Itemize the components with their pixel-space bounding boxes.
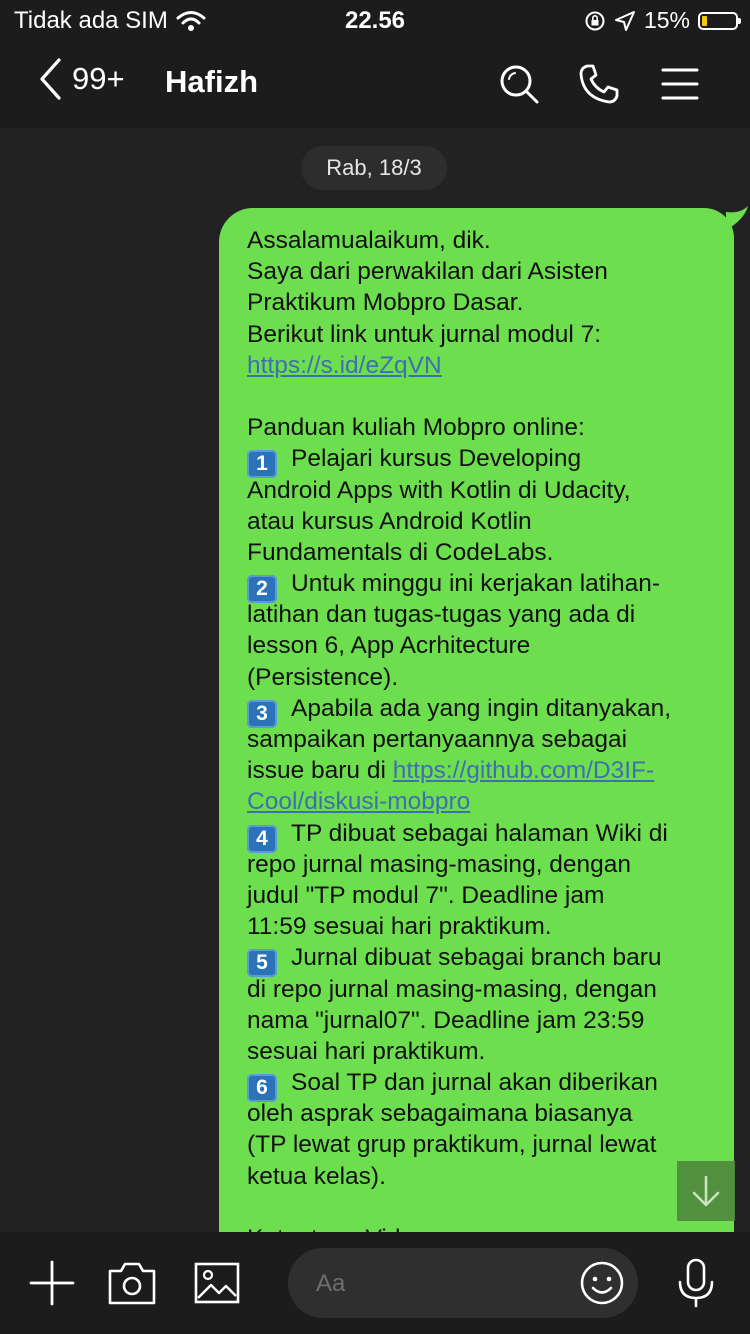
plus-icon[interactable] — [27, 1258, 77, 1308]
message-input-box[interactable] — [288, 1248, 638, 1320]
unread-count: 99+ — [72, 61, 125, 96]
message-line: repo jurnal masing-masing, dengan — [247, 850, 632, 878]
message-line: di repo jurnal masing-masing, dengan — [247, 975, 657, 1003]
battery-fill — [702, 15, 707, 26]
camera-icon[interactable] — [107, 1258, 157, 1308]
message-line: Pelajari kursus Developing — [291, 445, 582, 473]
message-line: ketua kelas). — [247, 1162, 386, 1190]
message-line: latihan dan tugas-tugas yang ada di — [247, 601, 636, 629]
message-line: Panduan kuliah Mobpro online: — [247, 414, 585, 442]
message-line: sampaikan pertanyaannya sebagai — [247, 726, 628, 753]
message-line: Ketentuan Video: — [247, 1223, 724, 1232]
phone-icon[interactable] — [577, 62, 621, 106]
contact-name: Hafizh — [165, 64, 258, 99]
message-line: Apabila ada yang ingin ditanyakan, — [291, 694, 672, 722]
chat-area[interactable]: Rab, 18/3 Assalamualaikum, dik. Saya dar… — [0, 128, 750, 1232]
location-arrow-icon — [614, 10, 635, 31]
message-line: Fundamentals di CodeLabs. — [247, 538, 554, 566]
chat-header: 99+ Hafizh — [0, 40, 750, 128]
message-line: judul "TP modul 7". Deadline jam — [247, 881, 605, 909]
github-link-continued[interactable]: Cool/diskusi-mobpro — [247, 788, 470, 815]
scroll-to-bottom-button[interactable] — [677, 1161, 735, 1221]
message-line: lesson 6, App Acrhitecture — [247, 632, 531, 660]
menu-icon[interactable] — [658, 62, 702, 106]
date-separator: Rab, 18/3 — [301, 146, 447, 190]
bubble-tail — [726, 206, 748, 230]
back-button[interactable]: 99+ — [38, 58, 125, 100]
search-icon[interactable] — [497, 62, 541, 106]
input-bar — [0, 1232, 750, 1334]
battery-percent: 15% — [643, 7, 690, 33]
message-line: Berikut link untuk jurnal modul 7: — [247, 320, 602, 348]
message-line: Jurnal dibuat sebagai branch baru — [291, 944, 662, 972]
message-input[interactable] — [314, 1248, 578, 1320]
message-line: nama "jurnal07". Deadline jam 23:59 — [247, 1006, 645, 1034]
message-line: (Persistence). — [247, 663, 399, 691]
microphone-icon[interactable] — [671, 1258, 721, 1308]
message-line: Android Apps with Kotlin di Udacity, — [247, 476, 631, 504]
arrow-down-icon — [692, 1175, 720, 1207]
status-right: 15% — [584, 7, 741, 34]
rotation-lock-icon — [585, 11, 605, 30]
message-line: Praktikum Mobpro Dasar. — [247, 289, 524, 317]
message-line: (TP lewat grup praktikum, jurnal lewat — [247, 1131, 657, 1159]
message-line: atau kursus Android Kotlin — [247, 507, 532, 535]
jurnal-link[interactable]: https://s.id/eZqVN — [247, 352, 442, 379]
message-line: Soal TP dan jurnal akan diberikan — [291, 1069, 658, 1097]
message-line: 11:59 sesuai hari praktikum. — [247, 913, 552, 941]
message-line: oleh asprak sebagaimana biasanya — [247, 1100, 633, 1128]
message-bubble[interactable]: Assalamualaikum, dik. Saya dari perwakil… — [219, 208, 734, 1232]
message-line: Untuk minggu ini kerjakan latihan- — [291, 570, 661, 598]
message-line: sesuai hari praktikum. — [247, 1037, 486, 1065]
battery-icon — [698, 11, 741, 30]
message-line: Assalamualaikum, dik. — [247, 227, 491, 254]
smiley-icon[interactable] — [579, 1260, 625, 1306]
chevron-left-icon — [40, 58, 61, 100]
image-icon[interactable] — [192, 1258, 242, 1308]
message-line: Saya dari perwakilan dari Asisten — [247, 258, 608, 286]
message-line: issue baru di — [247, 757, 393, 785]
status-bar: Tidak ada SIM 22.56 15% — [0, 0, 750, 40]
message-line: TP dibuat sebagai halaman Wiki di — [291, 819, 668, 847]
github-link[interactable]: https://github.com/D3IF- — [393, 757, 654, 784]
